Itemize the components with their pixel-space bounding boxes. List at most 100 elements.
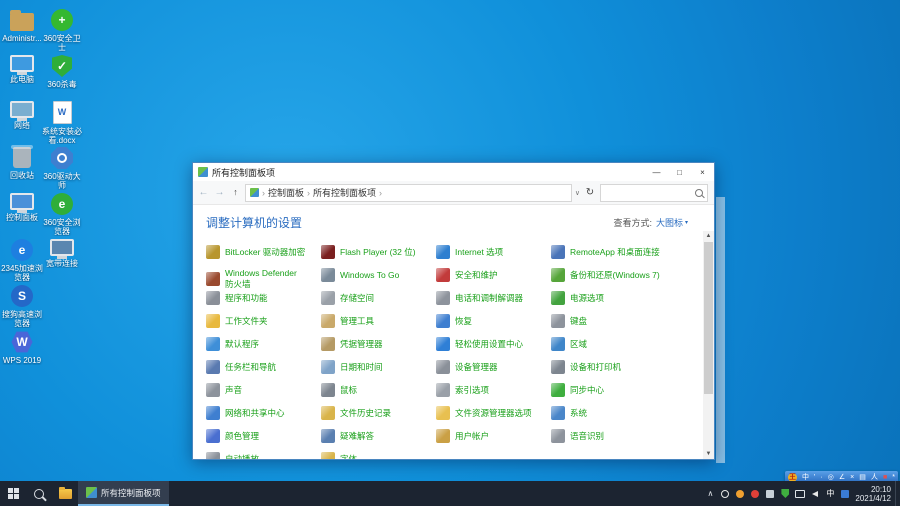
tray-360-icon[interactable] — [720, 488, 730, 500]
ime-dot-icon[interactable]: · — [820, 474, 822, 481]
desktop-icon-administrator-folder[interactable]: Administr... — [2, 6, 42, 52]
ime-account-icon[interactable]: 人 — [871, 474, 878, 481]
control-panel-item[interactable]: 疑难解答 — [321, 426, 436, 443]
control-panel-item[interactable]: 设备和打印机 — [551, 357, 702, 374]
address-dropdown[interactable]: ∨ — [575, 189, 580, 197]
desktop-icon-360-secure-browser[interactable]: e360安全浏览器 — [42, 190, 82, 236]
control-panel-item[interactable]: 索引选项 — [436, 380, 551, 397]
title-bar[interactable]: 所有控制面板项 — □ × — [193, 163, 714, 181]
desktop-icon-recycle-bin[interactable]: 回收站 — [2, 144, 42, 190]
breadcrumb-segment[interactable]: 所有控制面板项 — [313, 186, 376, 199]
control-panel-item[interactable]: RemoteApp 和桌面连接 — [551, 242, 702, 259]
control-panel-item[interactable]: 系统 — [551, 403, 702, 420]
control-panel-item[interactable]: 安全和维护 — [436, 265, 551, 282]
tray-red-icon[interactable] — [750, 488, 760, 500]
clock-date: 2021/4/12 — [855, 494, 891, 503]
ime-emoji-icon[interactable]: ◎ — [828, 474, 834, 481]
desktop-icon-network[interactable]: 网络 — [2, 98, 42, 144]
search-input[interactable] — [605, 187, 695, 199]
control-panel-item[interactable]: 备份和还原(Windows 7) — [551, 265, 702, 282]
control-panel-item[interactable]: 语音识别 — [551, 426, 702, 443]
tray-orange-icon[interactable] — [735, 488, 745, 500]
control-panel-item[interactable]: 任务栏和导航 — [206, 357, 321, 374]
control-panel-item[interactable]: 网络和共享中心 — [206, 403, 321, 420]
tray-clock[interactable]: 20:10 2021/4/12 — [853, 481, 895, 506]
start-button[interactable] — [0, 481, 26, 506]
control-panel-item[interactable]: Windows Defender 防火墙 — [206, 265, 321, 289]
desktop-icon-system-install-doc[interactable]: W系统安装必看.docx — [42, 98, 82, 144]
close-button[interactable]: × — [691, 163, 714, 181]
control-panel-item[interactable]: 文件资源管理器选项 — [436, 403, 551, 420]
control-panel-item[interactable]: 日期和时间 — [321, 357, 436, 374]
control-panel-item[interactable]: 自动播放 — [206, 449, 321, 459]
desktop-icon-this-pc[interactable]: 此电脑 — [2, 52, 42, 98]
control-panel-item[interactable]: 鼠标 — [321, 380, 436, 397]
control-panel-item[interactable]: Flash Player (32 位) — [321, 242, 436, 259]
minimize-button[interactable]: — — [645, 163, 668, 181]
ime-punctuation-icon[interactable]: ' — [814, 474, 815, 481]
tray-shield-icon[interactable] — [780, 488, 790, 500]
control-panel-item[interactable]: 电话和调制解调器 — [436, 288, 551, 305]
tray-volume-icon[interactable] — [810, 488, 820, 500]
desktop-icon-2345-browser[interactable]: e2345加速浏览器 — [2, 236, 42, 282]
forward-button[interactable]: → — [213, 188, 226, 198]
hidden-icons-chevron[interactable]: ∧ — [705, 488, 715, 500]
tray-monitor-icon[interactable] — [795, 488, 805, 500]
maximize-button[interactable]: □ — [668, 163, 691, 181]
desktop-icon-360-antivirus[interactable]: ✓360杀毒 — [42, 52, 82, 98]
taskbar-search-button[interactable] — [26, 481, 52, 506]
file-explorer-button[interactable] — [52, 481, 78, 506]
show-desktop-button[interactable] — [895, 481, 900, 506]
control-panel-item[interactable]: 同步中心 — [551, 380, 702, 397]
control-panel-item[interactable]: 程序和功能 — [206, 288, 321, 305]
360-secure-browser-icon: e — [51, 193, 73, 215]
taskbar-item-control-panel[interactable]: 所有控制面板项 — [78, 481, 169, 506]
control-panel-item[interactable]: 凭据管理器 — [321, 334, 436, 351]
control-panel-item[interactable]: 恢复 — [436, 311, 551, 328]
control-panel-item[interactable]: 区域 — [551, 334, 702, 351]
control-panel-item[interactable]: 用户帐户 — [436, 426, 551, 443]
ime-toolbox-icon[interactable]: ■ — [883, 474, 887, 481]
ime-soft-keyboard-icon[interactable]: ▤ — [859, 474, 866, 481]
scrollbar-up-button[interactable]: ▲ — [706, 231, 712, 241]
refresh-button[interactable]: ↻ — [583, 188, 597, 198]
desktop-icon-label: 2345加速浏览器 — [0, 264, 44, 282]
vertical-scrollbar[interactable]: ▲ ▼ — [703, 231, 714, 459]
desktop-icon-360-safe[interactable]: +360安全卫士 — [42, 6, 82, 52]
view-by-dropdown[interactable]: 大图标 ▾ — [656, 216, 688, 229]
control-panel-item-label: 鼠标 — [340, 385, 357, 396]
control-panel-item[interactable]: 管理工具 — [321, 311, 436, 328]
control-panel-item[interactable]: 字体 — [321, 449, 436, 459]
ime-mode-icon[interactable]: 中 — [802, 474, 809, 481]
control-panel-item[interactable]: 工作文件夹 — [206, 311, 321, 328]
desktop-icon-control-panel[interactable]: 控制面板 — [2, 190, 42, 236]
back-button[interactable]: ← — [197, 188, 210, 198]
scrollbar-thumb[interactable] — [704, 242, 713, 394]
desktop-icon-wps-2019[interactable]: WWPS 2019 — [2, 328, 42, 374]
control-panel-item[interactable]: 设备管理器 — [436, 357, 551, 374]
tray-battery-icon[interactable] — [840, 488, 850, 500]
control-panel-item[interactable]: Internet 选项 — [436, 242, 551, 259]
control-panel-item[interactable]: 存储空间 — [321, 288, 436, 305]
breadcrumb-segment[interactable]: 控制面板 — [268, 186, 304, 199]
tray-ime-icon[interactable]: 中 — [825, 488, 835, 500]
ime-handwriting-icon[interactable]: ∠ — [839, 474, 845, 481]
control-panel-item[interactable]: 声音 — [206, 380, 321, 397]
control-panel-item[interactable]: BitLocker 驱动器加密 — [206, 242, 321, 259]
control-panel-item[interactable]: 文件历史记录 — [321, 403, 436, 420]
ime-settings-icon[interactable]: * — [892, 474, 895, 481]
control-panel-item[interactable]: 轻松使用设置中心 — [436, 334, 551, 351]
tray-clipboard-icon[interactable] — [765, 488, 775, 500]
desktop-icon-broadband-connection[interactable]: 宽带连接 — [42, 236, 82, 282]
up-button[interactable]: ↑ — [229, 188, 242, 197]
breadcrumb[interactable]: ›控制面板›所有控制面板项› — [245, 184, 572, 202]
scrollbar-down-button[interactable]: ▼ — [706, 449, 712, 459]
control-panel-item[interactable]: 默认程序 — [206, 334, 321, 351]
ime-symbols-icon[interactable]: × — [850, 474, 854, 481]
control-panel-item[interactable]: 电源选项 — [551, 288, 702, 305]
control-panel-item[interactable]: 键盘 — [551, 311, 702, 328]
control-panel-item[interactable]: 颜色管理 — [206, 426, 321, 443]
control-panel-item[interactable]: Windows To Go — [321, 265, 436, 282]
desktop-icon-sogou-browser[interactable]: S搜狗高速浏览器 — [2, 282, 42, 328]
desktop-icon-360-driver-master[interactable]: 360驱动大师 — [42, 144, 82, 190]
